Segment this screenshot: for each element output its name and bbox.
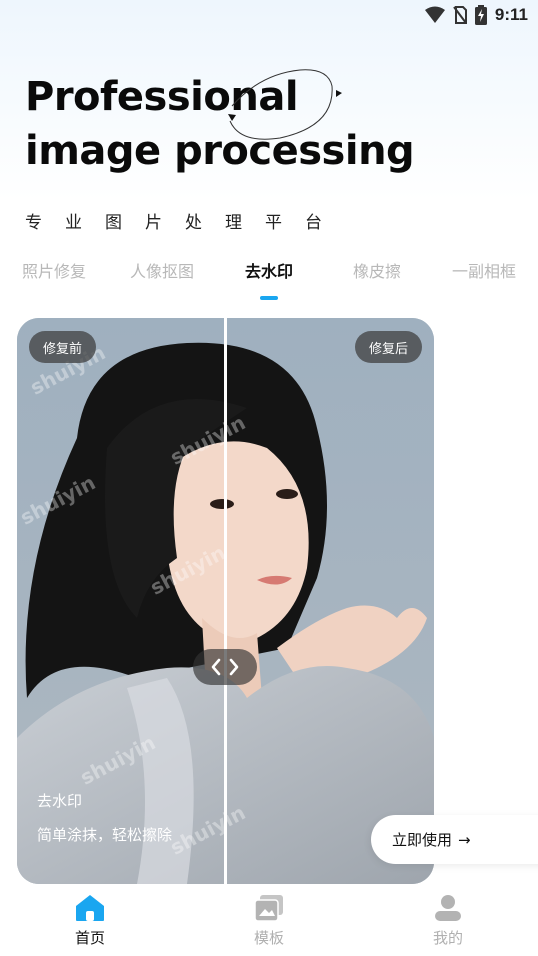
nav-label-templates: 模板 <box>253 929 284 947</box>
tab-photo-repair[interactable]: 照片修复 <box>22 258 86 288</box>
swoosh-decoration-icon <box>228 69 342 140</box>
wifi-icon <box>424 6 445 23</box>
nav-label-home: 首页 <box>74 929 105 947</box>
home-icon <box>76 895 104 921</box>
status-bar: 9:11 <box>0 0 538 30</box>
chevron-left-icon <box>211 658 221 676</box>
template-icon <box>254 895 283 922</box>
feature-tabs: 照片修复 人像抠图 去水印 橡皮擦 一副相框 <box>0 258 538 308</box>
tab-active-indicator <box>260 296 278 300</box>
status-time: 9:11 <box>494 5 528 24</box>
chevron-right-icon <box>229 658 239 676</box>
compare-divider <box>224 318 227 884</box>
status-icons: 9:11 <box>424 5 528 25</box>
tab-photo-frame[interactable]: 一副相框 <box>452 258 516 288</box>
battery-charging-icon <box>474 5 487 25</box>
before-after-card: shuiyin shuiyin shuiyin shuiyin shuiyin … <box>17 318 434 884</box>
before-badge: 修复前 <box>29 331 97 363</box>
arrow-right-icon: → <box>458 830 471 849</box>
tab-portrait-cutout[interactable]: 人像抠图 <box>130 258 194 288</box>
hero-subtitle: 专业图片处理平台 <box>25 213 345 233</box>
compare-slider-handle[interactable] <box>193 649 257 685</box>
profile-icon <box>435 895 461 921</box>
nav-label-profile: 我的 <box>432 929 463 947</box>
no-sim-icon <box>453 6 467 24</box>
use-now-label: 立即使用 <box>392 831 453 849</box>
use-now-button[interactable]: 立即使用 → <box>371 815 538 864</box>
nav-item-templates[interactable]: 模板 <box>229 894 309 948</box>
bottom-nav: 首页 模板 我的 <box>0 888 538 956</box>
after-badge: 修复后 <box>354 331 422 363</box>
feature-description: 简单涂抹，轻松擦除 <box>37 826 173 844</box>
nav-item-home[interactable]: 首页 <box>50 894 130 948</box>
tab-eraser[interactable]: 橡皮擦 <box>353 258 401 288</box>
feature-title: 去水印 <box>37 792 83 810</box>
tab-remove-watermark[interactable]: 去水印 <box>245 258 293 288</box>
nav-item-profile[interactable]: 我的 <box>408 894 488 948</box>
